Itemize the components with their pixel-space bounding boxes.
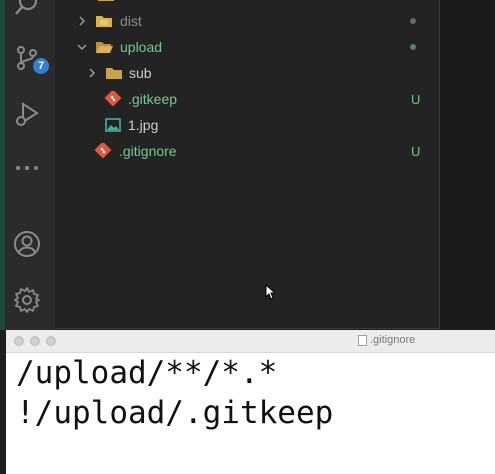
tree-item-partial[interactable]	[55, 0, 439, 8]
window-minimize-button[interactable]	[30, 336, 40, 346]
tree-item-label: .gitignore	[119, 143, 177, 159]
folder-open-icon	[95, 39, 113, 55]
folder-icon	[105, 65, 123, 81]
tree-item-label: .gitkeep	[128, 91, 178, 107]
chevron-right-icon	[85, 66, 99, 80]
account-icon[interactable]	[11, 228, 43, 260]
tree-item-sub[interactable]: sub	[55, 60, 439, 86]
window-title: .gitignore	[370, 334, 416, 346]
search-icon[interactable]	[11, 0, 43, 20]
git-file-icon	[94, 141, 112, 159]
mouse-cursor-icon	[265, 284, 277, 300]
tree-item-label: 1.jpg	[128, 117, 159, 133]
git-file-icon	[104, 89, 122, 107]
tree-item-label: upload	[120, 39, 163, 55]
image-file-icon	[104, 117, 122, 133]
window-titlebar: .gitignore	[6, 330, 495, 353]
window-close-button[interactable]	[14, 336, 24, 346]
tree-item-image[interactable]: 1.jpg	[55, 112, 439, 138]
status-untracked: U	[411, 143, 421, 159]
source-control-badge: 7	[33, 58, 49, 74]
explorer-panel: dist upload sub .gitkeep U 1.jpg .gitign…	[55, 0, 440, 329]
run-debug-icon[interactable]	[11, 98, 43, 130]
status-dot	[410, 44, 416, 50]
tree-item-label: sub	[129, 65, 152, 81]
chevron-down-icon	[75, 40, 89, 54]
activity-bar: 7	[5, 0, 55, 330]
source-control-icon[interactable]: 7	[11, 42, 49, 74]
editor-area	[440, 0, 495, 330]
document-icon	[358, 335, 367, 346]
text-line-1[interactable]: /upload/**/*.*	[16, 354, 277, 392]
window-zoom-button[interactable]	[46, 336, 56, 346]
status-untracked: U	[411, 91, 421, 107]
tree-item-upload[interactable]: upload	[55, 34, 439, 60]
chevron-right-icon	[75, 0, 89, 2]
folder-icon	[97, 0, 115, 3]
settings-gear-icon[interactable]	[11, 284, 43, 316]
more-icon[interactable]	[11, 152, 43, 184]
chevron-right-icon	[75, 14, 89, 28]
tree-item-gitignore[interactable]: .gitignore U	[55, 138, 439, 164]
text-editor-window: .gitignore /upload/**/*.* !/upload/.gitk…	[6, 330, 495, 474]
tree-item-label: dist	[120, 13, 142, 29]
status-dot	[410, 18, 416, 24]
text-line-2[interactable]: !/upload/.gitkeep	[16, 394, 333, 432]
tree-item-dist[interactable]: dist	[55, 8, 439, 34]
dist-folder-icon	[95, 13, 113, 29]
tree-item-gitkeep[interactable]: .gitkeep U	[55, 86, 439, 112]
